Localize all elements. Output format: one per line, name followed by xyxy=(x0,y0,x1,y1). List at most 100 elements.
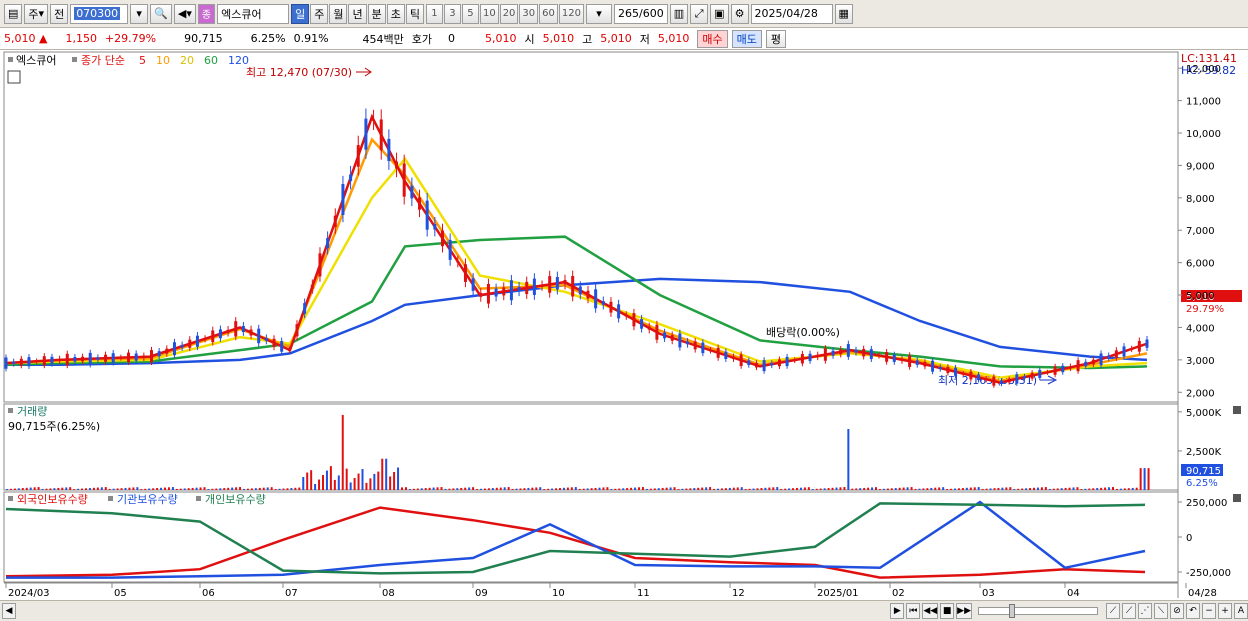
volume-bar xyxy=(1076,487,1079,490)
volume-panel-close-icon[interactable] xyxy=(1233,406,1241,414)
grid-toggle-icon[interactable] xyxy=(7,70,21,84)
interval-button[interactable]: 1 xyxy=(425,3,443,24)
volume-bar xyxy=(732,487,735,490)
delete-icon[interactable]: ⊘ xyxy=(1170,603,1184,619)
period-tab[interactable]: 년 xyxy=(348,3,367,24)
interval-button[interactable]: 3 xyxy=(443,3,461,24)
prev-button[interactable]: 전 xyxy=(50,3,69,24)
volume-bar xyxy=(681,488,684,490)
zoom-out-icon[interactable]: − xyxy=(1202,603,1216,619)
volume-bar xyxy=(1052,488,1055,490)
code-dropdown-icon[interactable]: ▾ xyxy=(130,3,149,24)
holding-tick-label: 0 xyxy=(1186,533,1192,544)
search-icon[interactable]: 🔍 xyxy=(150,3,172,24)
range-input[interactable]: 265/600 xyxy=(613,3,668,24)
volume-bar xyxy=(432,487,435,490)
volume-bar xyxy=(357,473,360,490)
period-tab[interactable]: 월 xyxy=(329,3,348,24)
draw-tools-icon[interactable]: ⤢ xyxy=(690,3,709,24)
candle-body xyxy=(1137,340,1141,352)
volume-bar xyxy=(1040,487,1043,490)
speaker-icon[interactable]: ◀▾ xyxy=(173,3,196,24)
volume-bar xyxy=(1001,487,1004,490)
chart-area[interactable]: 엑스큐어 종가 단순 5 10 20 60 120 최고 12,470 (07/30) … xyxy=(0,50,1248,600)
volume-bar xyxy=(345,468,348,490)
volume-bar xyxy=(85,488,87,490)
draw-trend-icon[interactable]: ⟋ xyxy=(1122,603,1136,619)
volume-bar xyxy=(187,488,190,490)
volume-bar xyxy=(412,488,415,490)
volume-bar xyxy=(559,488,561,490)
evaluate-button[interactable]: 평 xyxy=(765,29,787,48)
volume-bar xyxy=(65,487,68,490)
volume-bar xyxy=(310,470,313,490)
candle-type-icon[interactable]: ▥ xyxy=(669,3,689,24)
chart-menu-icon[interactable]: ▤ xyxy=(4,3,23,24)
volume-bar xyxy=(918,488,921,490)
interval-button[interactable]: 10 xyxy=(479,3,499,24)
period-tab[interactable]: 주 xyxy=(310,3,329,24)
volume-bar xyxy=(693,488,696,490)
interval-button[interactable]: 20 xyxy=(499,3,519,24)
interval-button[interactable]: 120 xyxy=(558,3,584,24)
chart-svg[interactable]: 엑스큐어 종가 단순 5 10 20 60 120 최고 12,470 (07/30) … xyxy=(0,50,1248,600)
holding-panel-close-icon[interactable] xyxy=(1233,494,1241,502)
sell-button[interactable]: 매도 xyxy=(731,29,762,48)
candle-body xyxy=(831,350,835,356)
calendar-icon[interactable]: ▦ xyxy=(834,3,853,24)
volume-bar xyxy=(282,488,285,490)
volume-bar xyxy=(337,475,340,490)
draw-channel-icon[interactable]: ⟍ xyxy=(1154,603,1168,619)
save-icon[interactable]: ▣ xyxy=(710,3,729,24)
zoom-slider[interactable] xyxy=(978,604,1098,618)
text-tool-icon[interactable]: A xyxy=(1234,603,1248,619)
volume-bar xyxy=(859,488,862,490)
ask-value: 5,010 xyxy=(485,32,517,45)
period-unit-select[interactable]: 주 ▾ xyxy=(24,3,49,24)
price-tick-label: 10,000 xyxy=(1186,129,1221,140)
volume-bar xyxy=(634,487,637,490)
zoom-in-icon[interactable]: + xyxy=(1218,603,1232,619)
period-tab[interactable]: 틱 xyxy=(405,3,424,24)
candle-body xyxy=(931,360,935,372)
candle-body xyxy=(195,335,199,347)
first-page-icon[interactable]: ⏮ xyxy=(906,603,921,619)
interval-button[interactable]: 60 xyxy=(539,3,558,24)
buy-button[interactable]: 매수 xyxy=(697,29,728,48)
candle-body xyxy=(601,301,605,305)
interval-dropdown[interactable]: ▾ xyxy=(585,3,612,24)
period-tab[interactable]: 분 xyxy=(367,3,386,24)
volume-bar xyxy=(160,487,163,490)
volume-bar xyxy=(1131,487,1134,490)
period-tab[interactable]: 일 xyxy=(291,3,310,24)
stop-icon[interactable]: ■ xyxy=(940,603,955,619)
scroll-left-icon[interactable]: ◀ xyxy=(2,603,16,619)
volume-bar xyxy=(914,488,917,490)
zoom-slider-handle[interactable] xyxy=(1009,604,1015,618)
volume-bar xyxy=(278,488,281,490)
volume-bar xyxy=(397,467,400,490)
candle-body xyxy=(1084,361,1088,367)
volume-bar xyxy=(760,488,763,490)
prev-page-icon[interactable]: ◀◀ xyxy=(922,603,939,619)
stock-code-input[interactable]: 070300 xyxy=(70,3,129,24)
candle-body xyxy=(877,355,881,357)
interval-button[interactable]: 30 xyxy=(519,3,539,24)
legend-bullet-icon xyxy=(108,496,113,501)
scroll-right-icon[interactable]: ▶ xyxy=(890,603,905,619)
settings-gear-icon[interactable]: ⚙ xyxy=(730,3,749,24)
volume-bar xyxy=(1017,488,1020,490)
draw-fib-icon[interactable]: ⋰ xyxy=(1138,603,1152,619)
date-input[interactable]: 2025/04/28 xyxy=(750,3,833,24)
volume-bar xyxy=(369,478,372,490)
interval-button[interactable]: 5 xyxy=(461,3,479,24)
volume-bar xyxy=(890,488,893,490)
next-page-icon[interactable]: ▶▶ xyxy=(956,603,972,619)
volume-bar xyxy=(1033,487,1035,490)
draw-line-icon[interactable]: ⟋ xyxy=(1106,603,1120,619)
period-tab[interactable]: 초 xyxy=(386,3,405,24)
undo-icon[interactable]: ↶ xyxy=(1186,603,1200,619)
volume-bar xyxy=(851,488,854,490)
volume-bar xyxy=(555,488,558,490)
candle-body xyxy=(326,237,330,249)
